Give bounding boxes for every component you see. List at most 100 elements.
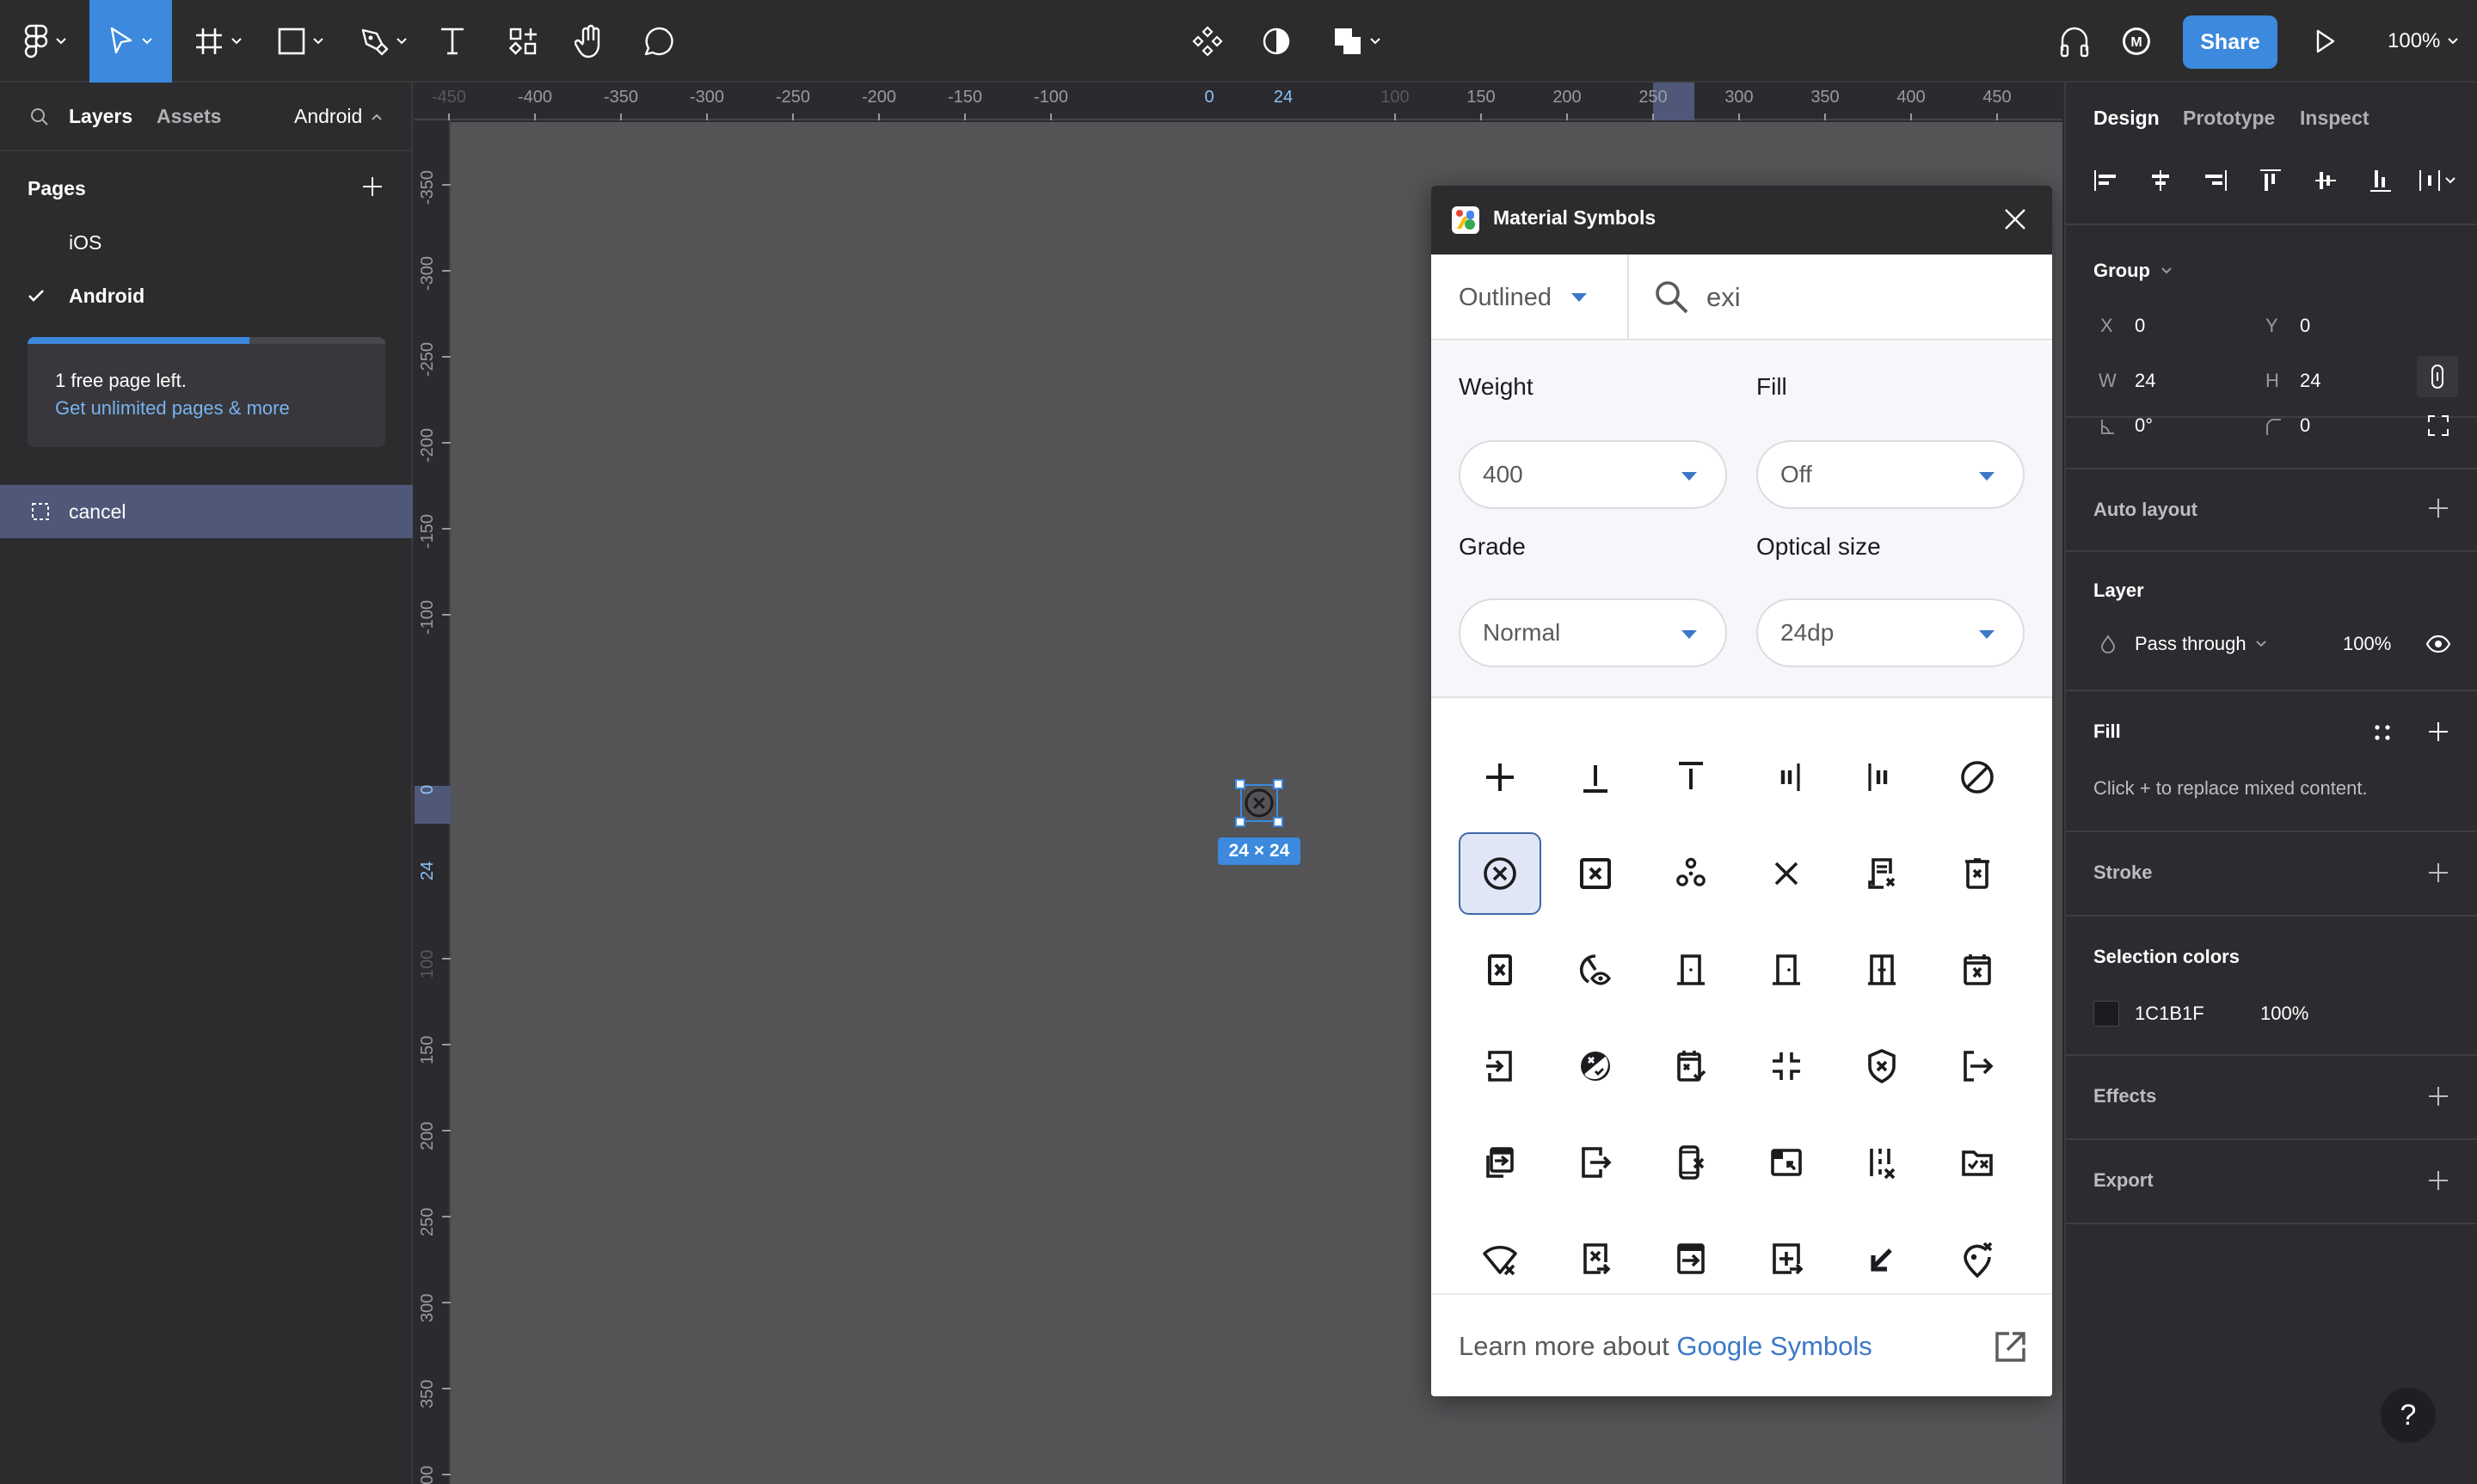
add-auto-layout-icon[interactable]: [2427, 497, 2449, 519]
icon-grid-item[interactable]: [1554, 832, 1637, 915]
pen-tool-button[interactable]: [349, 0, 418, 83]
tab-layers[interactable]: Layers: [69, 105, 132, 128]
align-left-icon[interactable]: [2093, 169, 2117, 193]
frame-tool-button[interactable]: [184, 0, 253, 83]
eye-icon[interactable]: [2425, 635, 2451, 653]
icon-grid-item[interactable]: [1841, 736, 1923, 819]
add-export-icon[interactable]: [2427, 1169, 2449, 1192]
icon-grid-item[interactable]: [1650, 929, 1732, 1011]
styles-grid-icon[interactable]: [2374, 724, 2391, 741]
weight-select[interactable]: 400: [1459, 440, 1727, 509]
constrain-proportions-button[interactable]: [2417, 356, 2458, 397]
tab-assets[interactable]: Assets: [157, 105, 221, 128]
icon-grid-item[interactable]: [1459, 1025, 1541, 1107]
resources-button[interactable]: [506, 0, 540, 83]
layer-opacity-input[interactable]: 100%: [2343, 633, 2391, 655]
icon-grid-item[interactable]: [1936, 1025, 2019, 1107]
icon-grid-item[interactable]: [1650, 832, 1732, 915]
w-input[interactable]: 24: [2135, 370, 2155, 392]
icon-grid-item[interactable]: [1459, 1217, 1541, 1293]
present-button[interactable]: [2308, 0, 2343, 83]
icon-grid-item[interactable]: [1936, 929, 2019, 1011]
search-icon[interactable]: [29, 107, 50, 127]
tab-prototype[interactable]: Prototype: [2183, 107, 2275, 130]
h-input[interactable]: 24: [2300, 370, 2320, 392]
independent-corners-icon[interactable]: [2427, 414, 2449, 437]
icon-grid-item[interactable]: [1745, 1217, 1828, 1293]
icon-grid-item[interactable]: [1459, 929, 1541, 1011]
blend-mode-dropdown[interactable]: Pass through: [2135, 633, 2267, 655]
align-right-icon[interactable]: [2203, 169, 2228, 193]
icon-grid-item[interactable]: [1650, 736, 1732, 819]
icon-grid-item[interactable]: [1745, 736, 1828, 819]
add-effect-icon[interactable]: [2427, 1085, 2449, 1107]
icon-grid-item[interactable]: [1841, 1217, 1923, 1293]
color-swatch[interactable]: [2093, 1001, 2119, 1027]
grade-select[interactable]: Normal: [1459, 598, 1727, 667]
align-horizontal-center-icon[interactable]: [2148, 169, 2173, 193]
style-select[interactable]: Outlined: [1431, 254, 1629, 340]
group-dropdown[interactable]: Group: [2093, 260, 2173, 282]
icon-search-input[interactable]: [1706, 275, 2016, 320]
text-tool-button[interactable]: [435, 0, 470, 83]
icon-grid-item[interactable]: [1841, 1121, 1923, 1204]
add-page-icon[interactable]: [361, 175, 384, 198]
icon-grid-item[interactable]: [1936, 1217, 2019, 1293]
resize-handle[interactable]: [1235, 817, 1245, 827]
corner-radius-input[interactable]: 0: [2300, 414, 2310, 437]
icon-grid-item[interactable]: [1841, 1025, 1923, 1107]
help-button[interactable]: ?: [2381, 1388, 2436, 1443]
hand-tool-button[interactable]: [573, 0, 607, 83]
icon-grid-item[interactable]: [1650, 1025, 1732, 1107]
layer-row[interactable]: cancel: [0, 485, 413, 538]
icon-grid-item[interactable]: [1745, 832, 1828, 915]
icon-grid-item[interactable]: [1554, 1217, 1637, 1293]
icon-grid-item[interactable]: [1745, 1121, 1828, 1204]
x-input[interactable]: 0: [2135, 315, 2145, 337]
icon-grid-item[interactable]: [1554, 1025, 1637, 1107]
page-selector[interactable]: Android: [294, 105, 383, 128]
icon-grid-item[interactable]: [1650, 1217, 1732, 1293]
fill-select[interactable]: Off: [1756, 440, 2025, 509]
icon-grid-item[interactable]: [1936, 736, 2019, 819]
user-avatar[interactable]: M: [2119, 0, 2154, 83]
color-opacity[interactable]: 100%: [2260, 1003, 2308, 1025]
align-bottom-icon[interactable]: [2369, 169, 2393, 193]
share-button[interactable]: Share: [2183, 15, 2277, 69]
optical-size-select[interactable]: 24dp: [1756, 598, 2025, 667]
audio-button[interactable]: [2056, 0, 2093, 83]
close-icon[interactable]: [2001, 205, 2030, 234]
resize-handle[interactable]: [1235, 779, 1245, 789]
distribute-icon[interactable]: [2419, 169, 2458, 193]
icon-grid-item[interactable]: [1554, 929, 1637, 1011]
icon-grid-item[interactable]: [1936, 832, 2019, 915]
resize-handle[interactable]: [1273, 817, 1283, 827]
shape-tool-button[interactable]: [267, 0, 335, 83]
icon-grid-item[interactable]: [1841, 832, 1923, 915]
google-symbols-link[interactable]: Google Symbols: [1676, 1331, 1872, 1361]
icon-grid-item[interactable]: [1936, 1121, 2019, 1204]
upsell-link[interactable]: Get unlimited pages & more: [55, 397, 290, 420]
icon-grid-item[interactable]: [1459, 1121, 1541, 1204]
icon-grid-item[interactable]: [1459, 736, 1541, 819]
add-fill-icon[interactable]: [2427, 721, 2449, 743]
contrast-button[interactable]: [1257, 0, 1295, 83]
selected-element[interactable]: [1235, 779, 1283, 827]
comment-tool-button[interactable]: [642, 0, 676, 83]
color-hex[interactable]: 1C1B1F: [2135, 1003, 2204, 1025]
y-input[interactable]: 0: [2300, 315, 2310, 337]
icon-grid-item[interactable]: [1459, 832, 1541, 915]
icon-grid-item[interactable]: [1841, 929, 1923, 1011]
icon-grid-item[interactable]: [1554, 736, 1637, 819]
align-top-icon[interactable]: [2259, 169, 2283, 193]
icon-grid-item[interactable]: [1650, 1121, 1732, 1204]
rotation-input[interactable]: 0°: [2135, 414, 2153, 437]
icon-grid-item[interactable]: [1554, 1121, 1637, 1204]
align-vertical-center-icon[interactable]: [2314, 169, 2338, 193]
icon-grid-item[interactable]: [1745, 929, 1828, 1011]
page-item-ios[interactable]: iOS: [0, 217, 413, 268]
main-menu-button[interactable]: [12, 0, 79, 83]
add-stroke-icon[interactable]: [2427, 862, 2449, 884]
component-button[interactable]: [1189, 0, 1226, 83]
tab-inspect[interactable]: Inspect: [2300, 107, 2369, 130]
